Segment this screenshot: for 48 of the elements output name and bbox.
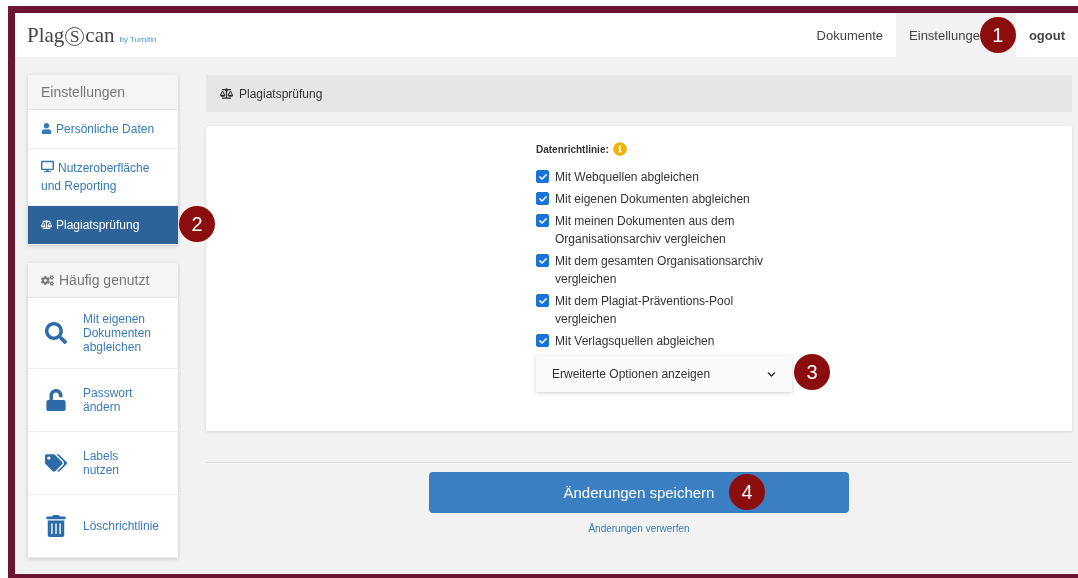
- shortcut-link[interactable]: Passwort ändern: [28, 369, 178, 432]
- search-icon: [45, 322, 67, 344]
- trash-icon: [45, 515, 67, 537]
- chevron-icon: [767, 369, 776, 379]
- checkmark-icon: [538, 194, 547, 203]
- checkbox[interactable]: [536, 334, 549, 347]
- nav-link[interactable]: ogout: [1015, 13, 1078, 57]
- shortcut-link[interactable]: Labels nutzen: [28, 432, 178, 495]
- sidebar-item[interactable]: Persönliche Daten: [28, 110, 178, 149]
- callout-badge: 1: [979, 17, 1016, 53]
- discard-link[interactable]: Änderungen verwerfen: [588, 523, 690, 534]
- checkbox[interactable]: [536, 170, 549, 183]
- monitor-icon: [41, 160, 54, 173]
- checkmark-icon: [538, 256, 547, 265]
- checkmark-icon: [538, 336, 547, 345]
- checkmark-icon: [538, 296, 547, 305]
- option-label: Mit eigenen Dokumenten abgleichen: [555, 191, 750, 208]
- user-icon: [41, 123, 52, 134]
- shortcut-link[interactable]: Löschrichtlinie: [28, 495, 178, 558]
- option-label: Mit Webquellen abgleichen: [555, 169, 699, 186]
- gears-icon: [41, 273, 54, 287]
- menu-title: Häufig genutzt: [59, 272, 150, 288]
- scale-icon: [41, 219, 52, 230]
- nav-link[interactable]: Dokumente: [803, 13, 897, 57]
- callout-badge: 3: [794, 354, 830, 390]
- checkbox[interactable]: [536, 294, 549, 307]
- tags-icon: [45, 452, 67, 474]
- sidebar-item[interactable]: Nutzeroberfläche und Reporting: [28, 149, 178, 206]
- callout-badge: 2: [179, 206, 215, 242]
- plagscan-logo: Plag S can by Turnitin: [27, 22, 157, 48]
- checkmark-icon: [538, 216, 547, 225]
- option-label: Mit meinen Dokumenten aus dem Organisationsarchiv vergleichen: [555, 213, 736, 248]
- sidebar-item[interactable]: Plagiatsprüfung: [28, 206, 178, 245]
- checkbox[interactable]: [536, 214, 549, 227]
- unlocked-padlock-icon: [45, 389, 67, 411]
- shortcut-link[interactable]: Mit eigenen Dokumenten abgleichen: [28, 298, 178, 369]
- scale-icon: [220, 87, 233, 100]
- policy-label: Datenrichtlinie:: [536, 143, 609, 155]
- option-label: Mit dem gesamten Organisationsarchiv vergleichen: [555, 253, 765, 288]
- menu-title: Einstellungen: [28, 75, 178, 110]
- checkbox[interactable]: [536, 192, 549, 205]
- checkmark-icon: [538, 172, 547, 181]
- checkbox[interactable]: [536, 254, 549, 267]
- nav-link[interactable]: Einstellunge: [896, 13, 980, 57]
- option-label: Mit dem Plagiat-Präventions-Pool vergleichen: [555, 293, 735, 328]
- panel-title: Plagiatsprüfung: [239, 86, 323, 101]
- option-label: Mit Verlagsquellen abgleichen: [555, 333, 715, 350]
- advanced-options-toggle[interactable]: Erweiterte Optionen anzeigen: [536, 356, 792, 392]
